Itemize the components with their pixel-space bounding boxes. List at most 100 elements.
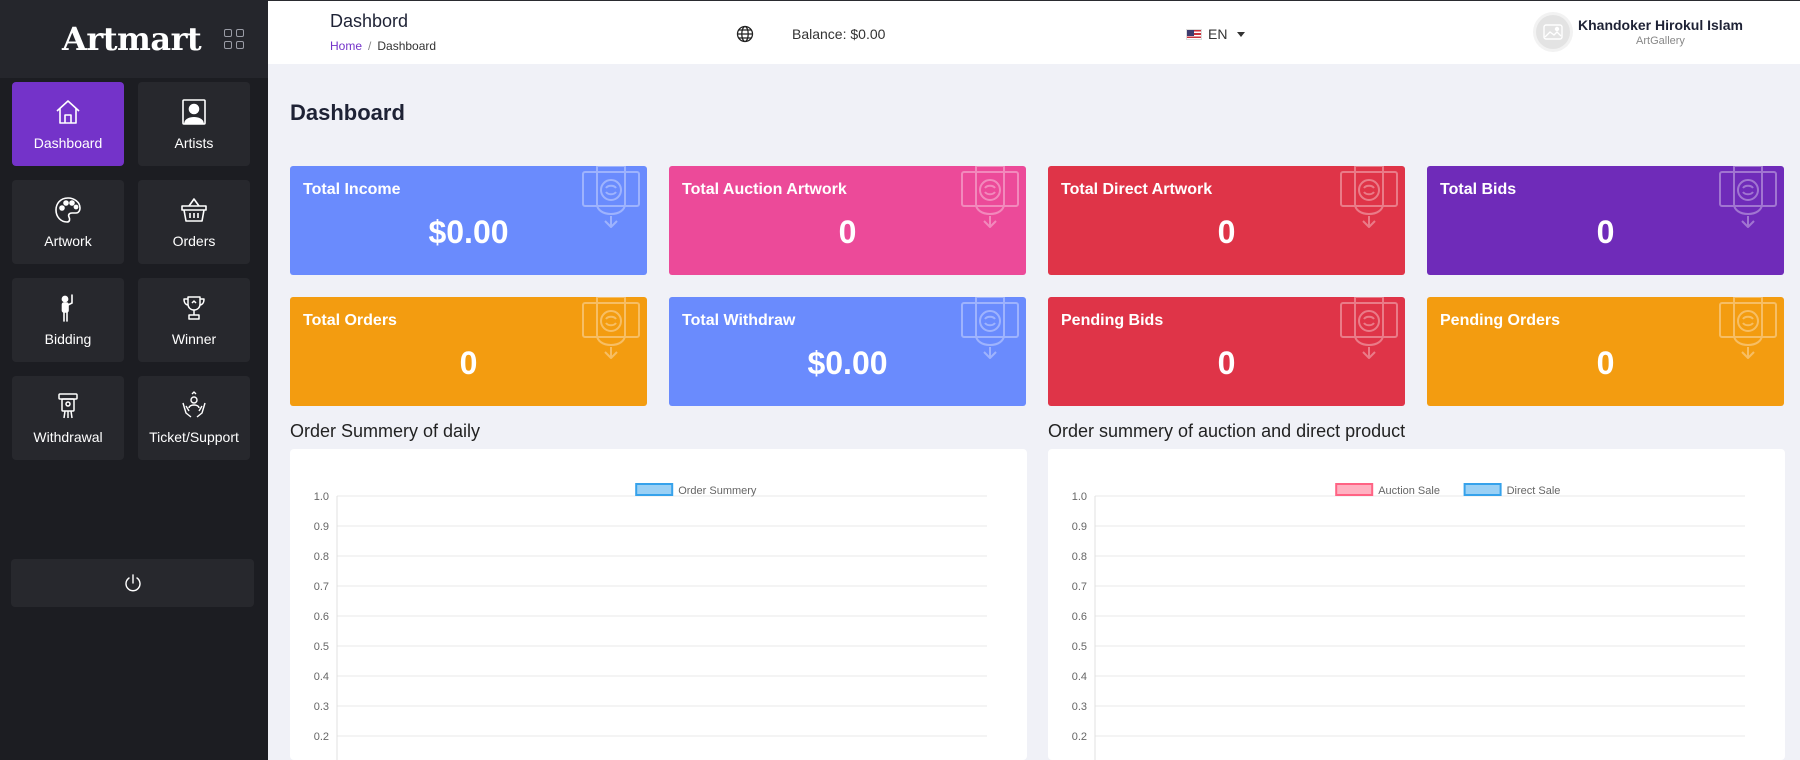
- caret-down-icon: [1237, 31, 1246, 37]
- y-tick-label: 0.3: [1072, 701, 1087, 713]
- legend-swatch: [1463, 483, 1502, 496]
- trophy-icon: [183, 296, 205, 320]
- stat-card-total-withdraw: Total Withdraw $0.00: [669, 297, 1026, 406]
- globe-icon[interactable]: [736, 25, 754, 43]
- stat-card-total-income: Total Income $0.00: [290, 166, 647, 275]
- language-dropdown[interactable]: EN: [1186, 26, 1246, 42]
- user-role: ArtGallery: [1636, 35, 1685, 47]
- stat-card-total-bids: Total Bids 0: [1427, 166, 1784, 275]
- sidebar-item-artists[interactable]: Artists: [138, 82, 250, 166]
- legend-swatch: [1335, 483, 1374, 496]
- support-hands-icon: [182, 391, 206, 418]
- stat-card-total-auction-artwork: Total Auction Artwork 0: [669, 166, 1026, 275]
- money-withdraw-icon: [575, 297, 647, 367]
- y-tick-label: 1.0: [1072, 491, 1087, 503]
- sidebar-item-label: Winner: [171, 331, 217, 347]
- sidebar-item-label: Bidding: [44, 331, 92, 347]
- page-title: Dashboard: [290, 100, 405, 125]
- stat-card-title: Total Bids: [1440, 181, 1517, 198]
- stat-card-title: Total Income: [303, 181, 401, 198]
- y-tick-label: 0.8: [314, 551, 329, 563]
- y-tick-label: 0.3: [314, 701, 329, 713]
- sidebar-item-label: Withdrawal: [33, 429, 103, 445]
- breadcrumb: Home / Dashboard: [330, 39, 436, 53]
- money-withdraw-icon: [1712, 166, 1784, 236]
- y-tick-label: 0.8: [1072, 551, 1087, 563]
- stat-card-title: Total Direct Artwork: [1061, 181, 1213, 198]
- sidebar-item-withdrawal[interactable]: Withdrawal: [12, 376, 124, 460]
- atm-withdraw-icon: [58, 393, 78, 419]
- person-raising-hand-icon: [61, 294, 73, 322]
- palette-icon: [55, 197, 81, 223]
- sidebar-item-label: Ticket/Support: [149, 429, 239, 445]
- header-title: Dashbord: [330, 11, 409, 31]
- logout-button[interactable]: [11, 559, 254, 607]
- portrait-icon: [182, 99, 206, 125]
- sidebar-item-label: Artists: [174, 135, 214, 151]
- breadcrumb-current: Dashboard: [377, 39, 437, 53]
- auction-chart-title: Order summery of auction and direct prod…: [1048, 421, 1406, 441]
- y-tick-label: 0.9: [314, 521, 329, 533]
- daily-order-chart: 1.0 0.9 0.8 0.7 0.6 0.5 0.4 0.3 0.2 Order Summery: [314, 483, 987, 760]
- home-icon: [56, 100, 80, 124]
- grid-menu-icon[interactable]: [224, 29, 244, 49]
- daily-chart-panel: 1.0 0.9 0.8 0.7 0.6 0.5 0.4 0.3 0.2 Order Summery: [290, 449, 1027, 760]
- daily-chart-title: Order Summery of daily: [290, 421, 481, 441]
- y-tick-label: 1.0: [314, 491, 329, 503]
- breadcrumb-separator: /: [368, 39, 372, 53]
- stat-card-title: Total Withdraw: [682, 312, 796, 329]
- stat-card-pending-orders: Pending Orders 0: [1427, 297, 1784, 406]
- user-name: Khandoker Hirokul Islam: [1578, 17, 1743, 33]
- money-withdraw-icon: [1333, 297, 1405, 367]
- auction-chart-panel: 1.0 0.9 0.8 0.7 0.6 0.5 0.4 0.3 0.2 Auction Sale D…: [1048, 449, 1785, 760]
- language-label: EN: [1208, 26, 1228, 42]
- brand-logo[interactable]: Artmart: [62, 20, 202, 58]
- y-tick-label: 0.6: [1072, 611, 1087, 623]
- user-info: Khandoker Hirokul Islam ArtGallery: [1578, 17, 1743, 47]
- money-withdraw-icon: [1333, 166, 1405, 236]
- sidebar-item-label: Dashboard: [33, 135, 103, 151]
- top-header: Dashbord Home / Dashboard Balance: $0.00 E…: [268, 0, 1800, 64]
- sidebar-item-ticket-support[interactable]: Ticket/Support: [138, 376, 250, 460]
- sidebar-item-artwork[interactable]: Artwork: [12, 180, 124, 264]
- y-tick-label: 0.2: [314, 731, 329, 743]
- stat-card-pending-bids: Pending Bids 0: [1048, 297, 1405, 406]
- stat-card-title: Total Orders: [303, 312, 397, 329]
- y-tick-label: 0.4: [1072, 671, 1087, 683]
- legend-swatch: [635, 483, 674, 496]
- stat-card-total-direct-artwork: Total Direct Artwork 0: [1048, 166, 1405, 275]
- money-withdraw-icon: [954, 166, 1026, 236]
- legend-label: Order Summery: [678, 485, 757, 497]
- sidebar-item-orders[interactable]: Orders: [138, 180, 250, 264]
- sidebar-item-winner[interactable]: Winner: [138, 278, 250, 362]
- y-tick-label: 0.9: [1072, 521, 1087, 533]
- sidebar-item-label: Artwork: [44, 233, 92, 249]
- sidebar-item-label: Orders: [172, 233, 216, 249]
- sidebar-item-dashboard[interactable]: Dashboard: [12, 82, 124, 166]
- money-withdraw-icon: [954, 297, 1026, 367]
- brand-bar: Artmart: [0, 0, 268, 78]
- y-tick-label: 0.2: [1072, 731, 1087, 743]
- stat-card-title: Total Auction Artwork: [682, 181, 847, 198]
- image-placeholder-icon: [1543, 24, 1563, 40]
- basket-icon: [181, 198, 207, 222]
- stat-card-title: Pending Orders: [1440, 312, 1561, 329]
- stat-card-total-orders: Total Orders 0: [290, 297, 647, 406]
- sidebar-item-bidding[interactable]: Bidding: [12, 278, 124, 362]
- sidebar: Artmart Dashboard Artists Artwork Orders…: [0, 0, 268, 760]
- y-tick-label: 0.5: [1072, 641, 1087, 653]
- us-flag-icon: [1186, 28, 1202, 40]
- y-tick-label: 0.4: [314, 671, 329, 683]
- breadcrumb-home-link[interactable]: Home: [330, 39, 362, 53]
- stat-card-title: Pending Bids: [1061, 312, 1164, 329]
- user-menu[interactable]: Khandoker Hirokul Islam ArtGallery: [1536, 15, 1743, 49]
- legend-label: Auction Sale: [1378, 485, 1440, 497]
- y-tick-label: 0.7: [314, 581, 329, 593]
- legend-label: Direct Sale: [1507, 485, 1561, 497]
- auction-direct-chart: 1.0 0.9 0.8 0.7 0.6 0.5 0.4 0.3 0.2 Auction Sale D…: [1072, 483, 1745, 760]
- y-tick-label: 0.7: [1072, 581, 1087, 593]
- money-withdraw-icon: [1712, 297, 1784, 367]
- y-tick-label: 0.5: [314, 641, 329, 653]
- avatar: [1536, 15, 1570, 49]
- balance-text: Balance: $0.00: [792, 26, 886, 42]
